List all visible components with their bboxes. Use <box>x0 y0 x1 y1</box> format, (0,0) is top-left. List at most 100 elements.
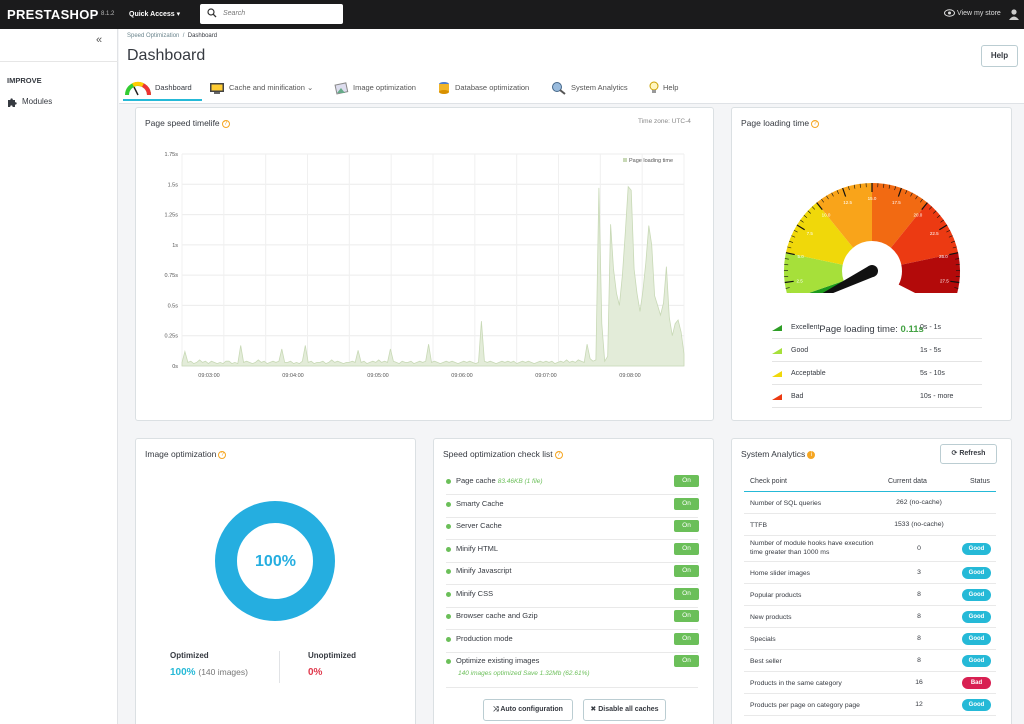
legend-range: 0s - 1s <box>920 324 942 331</box>
col-status: Status <box>970 478 990 485</box>
current-data: 8 <box>917 634 921 642</box>
search-input[interactable]: Search <box>223 10 245 17</box>
check-label: Page cache <box>456 476 496 485</box>
tab-system-analytics[interactable]: System Analytics <box>551 77 628 101</box>
status-badge: Bad <box>962 677 991 689</box>
check-label: Server Cache <box>456 521 502 530</box>
view-my-store-link[interactable]: View my store <box>944 9 1001 17</box>
current-data: 0 <box>917 544 921 552</box>
status-badge: Good <box>962 655 991 667</box>
status-on-badge[interactable]: On <box>674 655 699 667</box>
gauge-tick-label: 27.5 <box>940 279 949 284</box>
help-icon[interactable]: ? <box>218 451 227 459</box>
tab-label: Cache and minification ⌄ <box>229 83 314 92</box>
analytics-icon <box>552 82 566 95</box>
legend-swatch-icon <box>772 370 782 377</box>
legend-name: Acceptable <box>791 370 826 377</box>
status-on-badge[interactable]: On <box>674 520 699 532</box>
system-analytics-card: System Analytics i ⟳ Refresh Check point … <box>731 438 1012 724</box>
status-dot <box>446 524 451 529</box>
prestashop-logo[interactable]: PRESTASHOP <box>7 7 99 22</box>
breadcrumb-parent[interactable]: Speed Optimization <box>127 33 179 39</box>
page-speed-card: Page speed timelife? Time zone: UTC-4 0s… <box>135 107 714 421</box>
status-badge: Good <box>962 543 991 555</box>
refresh-button[interactable]: ⟳ Refresh <box>940 444 997 464</box>
x-tick-label: 09:03:00 <box>198 373 219 379</box>
status-on-badge[interactable]: On <box>674 632 699 645</box>
check-subtext: 140 images optimized Save 1.32Mb (62.61%… <box>458 670 590 677</box>
check-label: Minify CSS <box>456 588 494 598</box>
tab-cache-minification[interactable]: Cache and minification ⌄ <box>209 77 313 101</box>
optimized-value: 100% (140 images) <box>170 667 248 678</box>
tab-database-optimization[interactable]: Database optimization <box>437 77 529 101</box>
image-optimization-card: Image optimization? 100% Optimized 100% … <box>135 438 416 724</box>
gauge-tick-label: 7.5 <box>807 231 814 236</box>
table-row: Popular products 8 Good <box>744 584 996 606</box>
y-tick-label: 1.75s <box>165 152 179 158</box>
sidebar-divider <box>0 61 118 62</box>
sidebar: « IMPROVE Modules <box>0 29 118 724</box>
optimized-count: (140 images) <box>198 667 248 677</box>
legend-name: Bad <box>791 393 804 400</box>
auto-configuration-button[interactable]: ⤨ Auto configuration <box>483 699 573 721</box>
gauge-tick-label: 2.5 <box>796 279 803 284</box>
loading-time-gauge: 0.02.55.07.510.012.515.017.520.022.525.0… <box>783 183 961 293</box>
card-title: Page speed timelife? <box>145 118 230 128</box>
current-data: 12 <box>915 700 923 708</box>
table-row: Products in the same category 16 Bad <box>744 672 996 694</box>
quick-access-dropdown[interactable]: Quick Access ▾ <box>129 10 180 18</box>
current-data: 16 <box>915 678 923 686</box>
checklist-item: Server Cache On <box>446 518 699 540</box>
sidebar-item-modules[interactable]: Modules <box>7 97 52 107</box>
search-box[interactable]: Search <box>200 4 343 24</box>
table-row: Best seller 8 Good <box>744 650 996 672</box>
status-on-badge[interactable]: On <box>674 587 699 600</box>
version-label: 8.1.2 <box>101 11 115 17</box>
page-title: Dashboard <box>127 47 206 64</box>
card-title: System Analytics i <box>741 449 816 459</box>
status-dot <box>446 569 451 574</box>
current-data: 3 <box>917 568 921 576</box>
status-on-badge[interactable]: On <box>674 542 699 555</box>
status-on-badge[interactable]: On <box>674 475 699 487</box>
y-tick-label: 1.5s <box>168 182 179 188</box>
check-point: Best seller <box>750 657 782 665</box>
gauge-legend-row: Excellent 0s - 1s <box>772 317 982 339</box>
gauge-needle-hub <box>866 265 878 277</box>
info-icon[interactable]: i <box>807 451 816 459</box>
unoptimized-label: Unoptimized <box>308 651 356 660</box>
gauge-legend-row: Acceptable 5s - 10s <box>772 363 982 385</box>
breadcrumb-current: Dashboard <box>187 33 218 39</box>
status-on-badge[interactable]: On <box>674 610 699 622</box>
checklist-item: Minify CSS On <box>446 586 699 608</box>
page-speed-chart: 0s 0.25s 0.5s 0.75s 1s 1.25s 1.5s 1.75s 09:03:00… <box>165 152 685 379</box>
help-icon[interactable]: ? <box>221 120 230 128</box>
analytics-table-header: Check point Current data Status <box>744 472 996 492</box>
tab-label: System Analytics <box>571 83 628 92</box>
status-on-badge[interactable]: On <box>674 565 699 577</box>
checklist-item: Smarty Cache On <box>446 496 699 518</box>
legend-swatch-icon <box>772 393 782 400</box>
tab-dashboard[interactable]: Dashboard <box>123 77 202 101</box>
status-badge: Good <box>962 567 991 579</box>
status-on-badge[interactable]: On <box>674 497 699 510</box>
table-row: Number of module hooks have execution ti… <box>744 536 996 562</box>
y-tick-label: 0s <box>172 364 178 370</box>
tab-image-optimization[interactable]: Image optimization <box>334 77 416 101</box>
col-check-point: Check point <box>750 478 787 485</box>
help-icon[interactable]: ? <box>554 451 563 459</box>
current-data: 1533 (no-cache) <box>894 520 944 528</box>
puzzle-icon <box>8 98 17 107</box>
collapse-sidebar-icon[interactable]: « <box>96 34 102 46</box>
help-icon[interactable]: ? <box>811 120 820 128</box>
card-title: Speed optimization check list? <box>443 449 563 459</box>
legend-name: Good <box>791 347 809 354</box>
tab-help[interactable]: Help <box>649 77 678 101</box>
gauge-icon <box>125 81 151 95</box>
table-row: TTFB 1533 (no-cache) <box>744 514 996 536</box>
disable-all-caches-button[interactable]: ✖ Disable all caches <box>583 699 666 721</box>
view-my-store-label: View my store <box>957 9 1001 17</box>
checklist-item: Page cache 83.46KB (1 file) On <box>446 473 699 495</box>
account-icon[interactable] <box>1008 8 1020 20</box>
help-button[interactable]: Help <box>981 45 1018 67</box>
